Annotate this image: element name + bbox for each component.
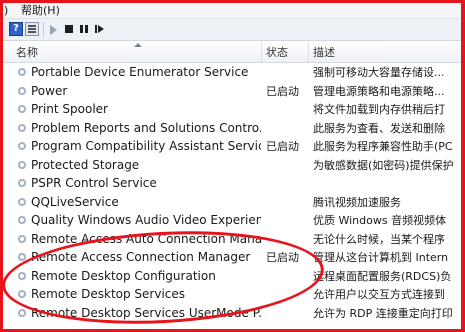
service-name: Protected Storage	[31, 157, 140, 172]
service-gear-icon	[17, 252, 27, 262]
service-row[interactable]: PSPR Control Service	[3, 174, 461, 193]
service-description: 允许为 RDP 连接重定向打印	[313, 306, 453, 320]
service-name: QQLiveService	[31, 194, 119, 209]
pause-service-icon[interactable]	[80, 25, 88, 33]
service-description: 将文件加载到内存供稍后打	[313, 103, 445, 116]
service-gear-icon	[17, 307, 27, 318]
service-name: Remote Desktop Services	[31, 287, 186, 301]
service-name: Problem Reports and Solutions Contro...	[31, 120, 261, 135]
service-gear-icon	[17, 159, 27, 170]
service-name: Program Compatibility Assistant Service	[31, 139, 261, 153]
menu-help[interactable]: 帮助(H)	[21, 3, 60, 18]
service-description: 此服务为查看、发送和删除	[313, 121, 445, 135]
service-name: Remote Desktop Services UserMode P...	[31, 305, 261, 320]
service-gear-icon	[17, 196, 27, 207]
service-row[interactable]: Remote Desktop Services 允许用户以交互方式连接到	[3, 285, 461, 304]
service-description: 此服务为程序兼容性助手(PC	[313, 140, 453, 153]
view-toggle-icon[interactable]	[25, 22, 39, 36]
toolbar: ?	[3, 19, 461, 41]
service-row[interactable]: Print Spooler 将文件加载到内存供稍后打	[3, 100, 461, 119]
help-icon[interactable]: ?	[9, 22, 23, 36]
service-name: Remote Access Connection Manager	[31, 250, 251, 264]
service-name: Remote Desktop Configuration	[31, 268, 216, 283]
service-row[interactable]: Program Compatibility Assistant Service 已…	[3, 137, 461, 156]
service-row[interactable]: Protected Storage 为敏感数据(如密码)提供保护	[3, 156, 461, 175]
service-row[interactable]: QQLiveService 腾讯视频加速服务	[3, 193, 461, 212]
service-row[interactable]: Portable Device Enumerator Service 强制可移动大…	[3, 63, 461, 82]
list-header: 名称 状态 描述	[3, 42, 461, 63]
service-gear-icon	[17, 85, 27, 96]
service-row[interactable]: Remote Desktop Services UserMode P... 允许为…	[3, 304, 461, 323]
service-status: 已启动	[266, 251, 299, 264]
service-gear-icon	[17, 233, 27, 244]
service-description: 为敏感数据(如密码)提供保护	[313, 158, 454, 172]
service-description: 优质 Windows 音频视频体	[313, 214, 447, 227]
service-name: PSPR Control Service	[31, 176, 157, 190]
column-header-description[interactable]: 描述	[309, 42, 461, 62]
service-gear-icon	[17, 270, 27, 281]
service-gear-icon	[17, 67, 27, 77]
service-gear-icon	[17, 215, 27, 225]
service-description: 允许用户以交互方式连接到	[313, 288, 445, 301]
service-name: Power	[31, 83, 68, 98]
start-service-icon[interactable]	[50, 25, 57, 35]
restart-service-icon[interactable]	[95, 25, 105, 33]
service-row[interactable]: Quality Windows Audio Video Experien... 优…	[3, 211, 461, 230]
service-description: 无论什么时候，当某个程序	[313, 232, 445, 246]
column-header-name[interactable]: 名称	[3, 42, 262, 62]
service-description: 管理从这台计算机到 Intern	[313, 251, 449, 264]
service-description: 腾讯视频加速服务	[313, 195, 401, 209]
service-gear-icon	[17, 141, 27, 151]
service-row[interactable]: Remote Desktop Configuration 远程桌面配置服务(RDC…	[3, 267, 461, 286]
service-gear-icon	[17, 104, 27, 114]
stop-service-icon[interactable]	[65, 25, 73, 33]
column-header-status[interactable]: 状态	[262, 42, 309, 62]
service-status: 已启动	[266, 84, 299, 98]
service-gear-icon	[17, 122, 27, 133]
menu-view-fragment[interactable]: )	[4, 3, 8, 18]
service-description: 强制可移动大容量存储设...	[313, 66, 445, 79]
service-name: Print Spooler	[31, 102, 108, 116]
service-gear-icon	[17, 178, 27, 188]
services-list: 名称 状态 描述 Portable Device Enumerator Serv…	[3, 42, 461, 329]
service-status: 已启动	[266, 140, 299, 153]
service-row[interactable]: Remote Access Auto Connection Mana... 无论什…	[3, 230, 461, 249]
service-row[interactable]: Problem Reports and Solutions Contro... 此…	[3, 119, 461, 138]
service-name: Remote Access Auto Connection Mana...	[31, 231, 261, 246]
service-gear-icon	[17, 289, 27, 299]
service-rows: Portable Device Enumerator Service 强制可移动大…	[3, 63, 461, 322]
service-description: 远程桌面配置服务(RDCS)负	[313, 269, 452, 283]
service-row[interactable]: Power 已启动 管理电源策略和电源策略...	[3, 82, 461, 101]
menu-bar: ) 帮助(H)	[3, 3, 461, 19]
service-row[interactable]: Remote Access Connection Manager 已启动 管理从这台…	[3, 248, 461, 267]
service-name: Portable Device Enumerator Service	[31, 65, 249, 79]
service-name: Quality Windows Audio Video Experien...	[31, 213, 261, 227]
service-description: 管理电源策略和电源策略...	[313, 84, 445, 98]
sort-ascending-icon	[134, 43, 142, 47]
toolbar-separator	[43, 22, 44, 37]
